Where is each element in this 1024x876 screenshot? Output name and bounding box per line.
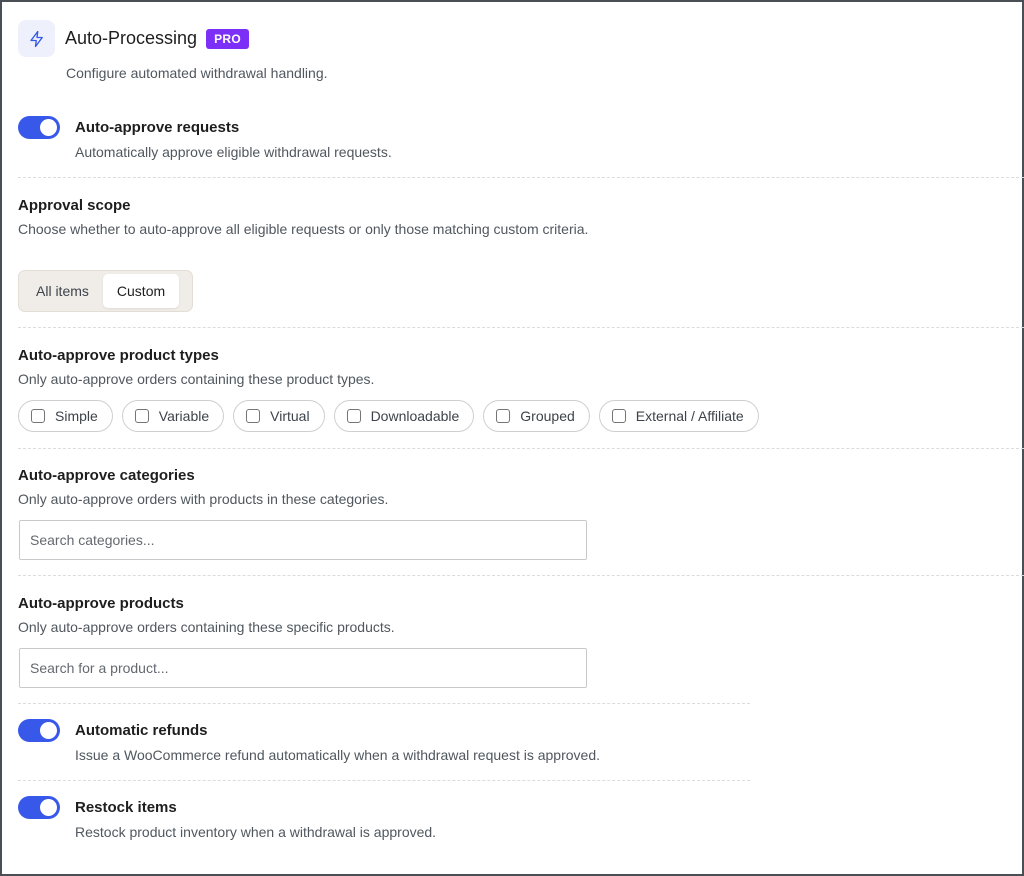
divider [18,177,1024,178]
auto-approve-description: Automatically approve eligible withdrawa… [75,144,392,160]
page-description: Configure automated withdrawal handling. [66,65,328,81]
refunds-toggle[interactable] [18,719,60,742]
checkbox-icon [246,409,261,423]
checkbox-icon [346,409,361,423]
refunds-description: Issue a WooCommerce refund automatically… [75,747,600,763]
restock-description: Restock product inventory when a withdra… [75,824,437,840]
product-type-simple[interactable]: Simple [18,400,113,432]
approval-scope-label: Approval scope [18,197,131,214]
settings-panel: Auto-Processing PRO Configure automated … [0,0,1024,876]
checkbox-icon [134,409,149,423]
scope-option-custom[interactable]: Custom [102,274,180,308]
approval-scope-segmented-control: All items Custom [18,270,193,312]
checkbox-icon [496,409,511,423]
approval-scope-description: Choose whether to auto-approve all eligi… [18,221,589,237]
product-type-variable[interactable]: Variable [121,400,225,432]
product-types-chips: Simple Variable Virtual Downloadable Gro… [18,400,768,432]
panel-header: Auto-Processing PRO [18,20,249,57]
refunds-setting: Automatic refunds Issue a WooCommerce re… [18,719,600,766]
categories-section: Auto-approve categories Only auto-approv… [18,467,388,510]
product-types-description: Only auto-approve orders containing thes… [18,371,375,387]
toggle-knob [40,722,57,739]
divider [18,575,1024,576]
divider [18,703,750,704]
refunds-label: Automatic refunds [75,722,208,739]
checkbox-icon [611,409,626,423]
toggle-knob [40,119,57,136]
products-description: Only auto-approve orders containing thes… [18,619,395,635]
product-type-virtual[interactable]: Virtual [233,400,325,432]
auto-approve-label: Auto-approve requests [75,119,240,136]
auto-approve-setting: Auto-approve requests Automatically appr… [18,116,392,163]
products-search-input[interactable] [19,648,587,688]
toggle-knob [40,799,57,816]
restock-setting: Restock items Restock product inventory … [18,796,436,843]
auto-approve-toggle[interactable] [18,116,60,139]
categories-label: Auto-approve categories [18,467,195,484]
restock-toggle[interactable] [18,796,60,819]
product-type-external-affiliate[interactable]: External / Affiliate [598,400,759,432]
product-types-label: Auto-approve product types [18,347,219,364]
divider [18,780,750,781]
scope-option-all-items[interactable]: All items [22,274,103,308]
checkbox-icon [31,409,45,423]
categories-search-input[interactable] [19,520,587,560]
categories-description: Only auto-approve orders with products i… [18,491,389,507]
products-section: Auto-approve products Only auto-approve … [18,595,395,638]
product-types-section: Auto-approve product types Only auto-app… [18,347,374,390]
product-type-downloadable[interactable]: Downloadable [333,400,475,432]
product-type-grouped[interactable]: Grouped [483,400,590,432]
products-label: Auto-approve products [18,595,184,612]
restock-label: Restock items [75,799,177,816]
page-title: Auto-Processing [65,28,198,48]
pro-badge: PRO [206,28,249,49]
divider [18,448,1024,449]
lightning-icon [18,20,55,57]
approval-scope-section: Approval scope Choose whether to auto-ap… [18,197,598,240]
divider [18,327,1024,328]
